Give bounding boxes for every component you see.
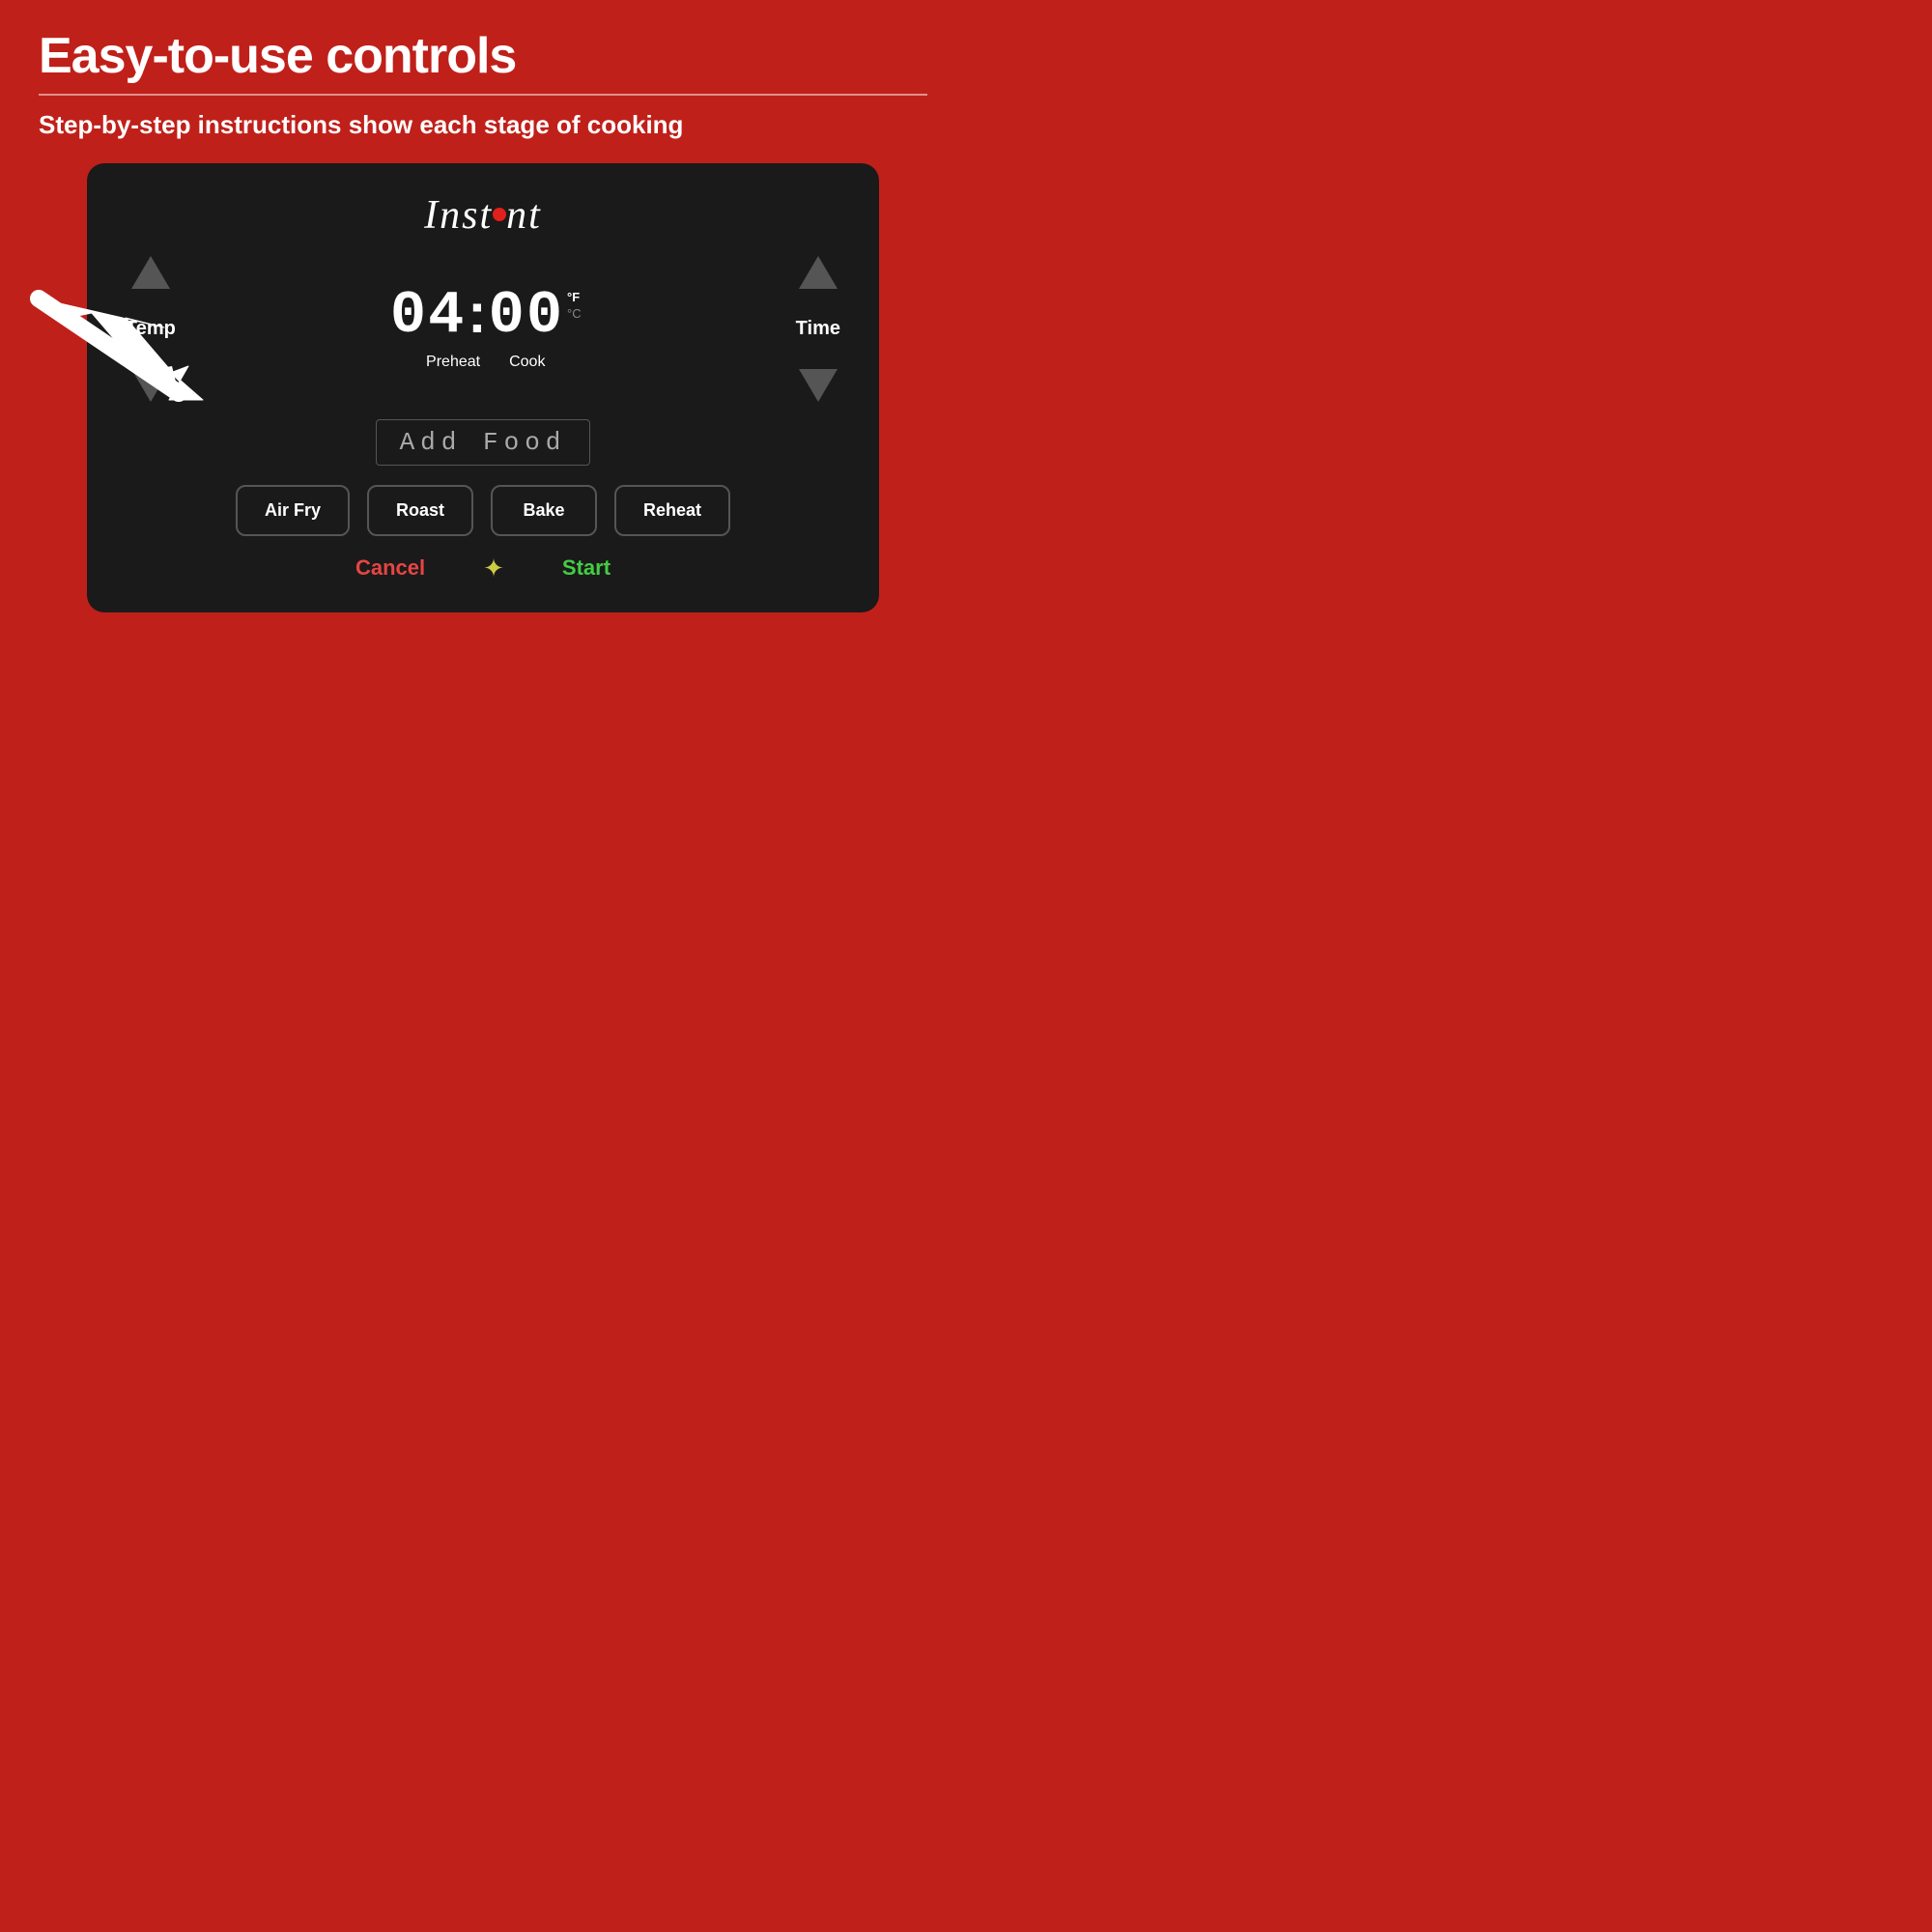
- time-minutes: 00: [489, 286, 564, 346]
- cook-buttons-row: Air Fry Roast Bake Reheat: [236, 485, 730, 536]
- main-title: Easy-to-use controls: [39, 29, 927, 84]
- add-food-text: Add Food: [400, 428, 567, 457]
- time-control: Time: [796, 256, 840, 402]
- subtitle: Step-by-step instructions show each stag…: [39, 109, 927, 142]
- brand-logo: Instnt: [424, 192, 542, 239]
- bake-button[interactable]: Bake: [491, 485, 597, 536]
- start-button[interactable]: Start: [562, 555, 611, 581]
- temp-up-button[interactable]: [131, 256, 170, 289]
- roast-button[interactable]: Roast: [367, 485, 473, 536]
- page-wrapper: Easy-to-use controls Step-by-step instru…: [0, 0, 966, 966]
- center-display: 04 : 00 °F °C Preheat Cook: [390, 286, 582, 371]
- air-fry-button[interactable]: Air Fry: [236, 485, 350, 536]
- add-food-row: Add Food: [126, 415, 840, 466]
- stage-labels: Preheat Cook: [426, 354, 545, 371]
- reheat-button[interactable]: Reheat: [614, 485, 730, 536]
- time-label: Time: [796, 318, 840, 340]
- temperature-units: °F °C: [567, 290, 582, 323]
- device-panel: Instnt Temp 04 : 00 °F °C: [87, 163, 879, 612]
- bottom-controls: Cancel ✦ Start: [355, 554, 611, 583]
- add-food-display: Add Food: [376, 419, 591, 466]
- arrow-annotation: [29, 289, 242, 405]
- cancel-button[interactable]: Cancel: [355, 555, 425, 581]
- time-down-button[interactable]: [799, 369, 838, 402]
- time-digits: 04: [390, 286, 466, 346]
- light-icon[interactable]: ✦: [483, 554, 504, 583]
- cook-label: Cook: [509, 354, 545, 371]
- preheat-label: Preheat: [426, 354, 480, 371]
- divider: [39, 94, 927, 96]
- time-display: 04 : 00 °F °C: [390, 286, 582, 346]
- time-up-button[interactable]: [799, 256, 838, 289]
- brand-name: Instnt: [424, 193, 542, 238]
- time-colon: :: [468, 286, 486, 346]
